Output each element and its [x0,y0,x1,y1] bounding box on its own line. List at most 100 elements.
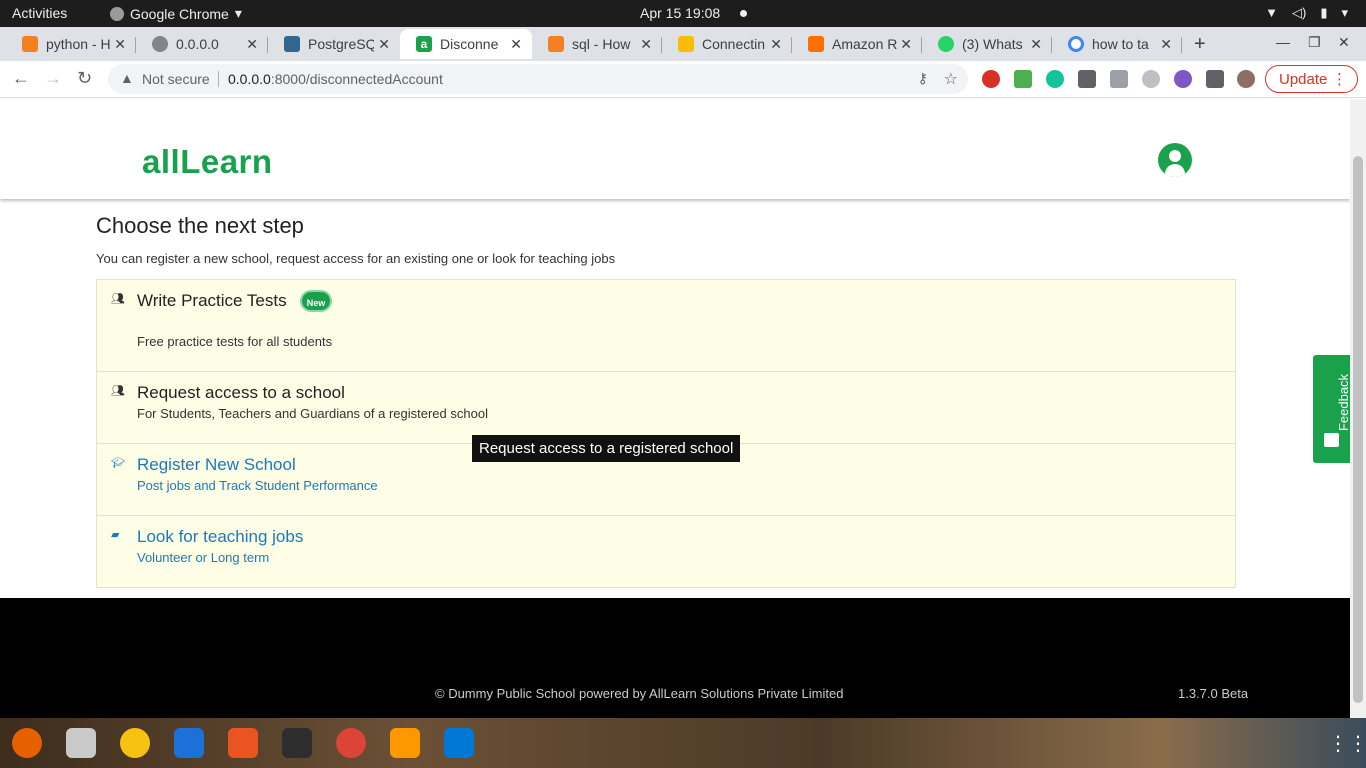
site-header: allLearn [0,99,1350,199]
app-menu[interactable]: Google Chrome ▾ [110,5,242,22]
close-icon[interactable]: ✕ [114,36,126,53]
close-icon[interactable]: ✕ [378,36,390,53]
browser-tab[interactable]: python - H ✕ [6,29,136,59]
aws-icon [808,36,824,52]
tab-title: Disconne [440,36,499,52]
close-icon[interactable]: ✕ [1030,36,1042,53]
option-description[interactable]: Post jobs and Track Student Performance [137,478,378,493]
option-title[interactable]: Write Practice Tests [137,291,287,311]
chevron-down-icon: ▾ [234,5,242,21]
options-list: 👥︎ Write Practice Tests New Free practic… [96,279,1236,588]
system-tray[interactable]: ▼ ◁) ▮ ▾ [1265,5,1348,21]
browser-tab[interactable]: (3) Whats ✕ [922,29,1052,59]
extension-icon[interactable] [1078,70,1096,88]
activities-button[interactable]: Activities [12,5,67,21]
close-icon[interactable]: ✕ [246,36,258,53]
url-path: :8000/disconnectedAccount [270,71,443,87]
vscode-icon[interactable] [444,728,474,758]
back-button[interactable]: ← [12,68,30,89]
forward-button[interactable]: → [44,68,62,89]
minimize-button[interactable]: — [1276,34,1290,50]
tab-title: sql - How [572,36,631,52]
new-badge: New [300,290,332,312]
postgres-icon [284,36,300,52]
option-look-for-jobs[interactable]: ▰ Look for teaching jobs Volunteer or Lo… [97,516,1235,588]
app-grid-icon[interactable]: ⋮⋮ [1328,731,1366,756]
rhythmbox-icon[interactable] [120,728,150,758]
firefox-icon[interactable] [12,728,42,758]
browser-tab[interactable]: PostgreSQ ✕ [268,29,400,59]
puzzle-icon[interactable] [1206,70,1224,88]
files-icon[interactable] [66,728,96,758]
tooltip: Request access to a registered school [472,435,741,462]
security-label[interactable]: Not secure [142,71,210,87]
new-tab-button[interactable]: + [1194,33,1206,56]
briefcase-icon: ▰ [111,529,120,541]
close-icon[interactable]: ✕ [510,36,522,53]
close-icon[interactable]: ✕ [900,36,912,53]
kebab-menu-icon[interactable]: ⋮ [1332,70,1347,88]
sublime-icon[interactable] [390,728,420,758]
grammarly-icon[interactable] [1046,70,1064,88]
add-user-icon: 👥︎ [111,385,125,397]
close-icon[interactable]: ✕ [640,36,652,53]
logo[interactable]: allLearn [142,143,273,181]
scrollbar-thumb[interactable] [1353,156,1363,703]
browser-tab[interactable]: Amazon R ✕ [792,29,922,59]
warning-icon[interactable]: ▲ [120,70,134,86]
dock: ⋮⋮ [0,718,1366,768]
option-description: Free practice tests for all students [137,334,333,349]
notification-dot-icon [740,10,747,17]
browser-tab[interactable]: Connectin ✕ [662,29,792,59]
extension-icon[interactable] [982,70,1000,88]
option-write-practice-tests[interactable]: 👥︎ Write Practice Tests New Free practic… [97,280,1235,372]
extension-icon[interactable] [1110,70,1128,88]
window-close-button[interactable]: ✕ [1338,34,1350,51]
browser-tab[interactable]: 0.0.0.0 ✕ [136,29,268,59]
tab-title: Connectin [702,36,766,52]
app-menu-label: Google Chrome [130,5,229,22]
allearn-favicon-icon: a [416,36,432,52]
option-title[interactable]: Request access to a school [137,383,345,403]
restore-button[interactable]: ❐ [1308,34,1321,51]
browser-tab[interactable]: sql - How ✕ [532,29,662,59]
smiley-icon [1324,433,1339,447]
option-request-access[interactable]: 👥︎ Request access to a school For Studen… [97,372,1235,444]
extension-icon[interactable] [1174,70,1192,88]
stackoverflow-icon [22,36,38,52]
option-title[interactable]: Register New School [137,455,296,475]
chrome-icon[interactable] [336,728,366,758]
close-icon[interactable]: ✕ [1160,36,1172,53]
reload-button[interactable]: ↻ [77,68,92,89]
option-description[interactable]: Volunteer or Long term [137,550,269,565]
battery-icon: ▮ [1320,5,1328,20]
tab-title: Amazon R [832,36,898,52]
avatar[interactable] [1237,70,1255,88]
tab-title: how to ta [1092,36,1149,52]
software-icon[interactable] [228,728,258,758]
site-footer: © Dummy Public School powered by AllLear… [0,598,1350,718]
update-button[interactable]: Update ⋮ [1265,65,1358,93]
star-icon[interactable]: ☆ [944,69,958,89]
scrollbar[interactable] [1350,99,1366,718]
browser-tab-active[interactable]: a Disconne ✕ [400,29,532,59]
feedback-button[interactable]: Feedback [1313,355,1352,463]
close-icon[interactable]: ✕ [770,36,782,53]
option-description: For Students, Teachers and Guardians of … [137,406,488,421]
key-icon[interactable]: ⚷ [918,70,928,87]
extension-icon[interactable] [1014,70,1032,88]
stackoverflow-icon [548,36,564,52]
user-account-icon[interactable] [1158,143,1192,177]
url-text[interactable]: 0.0.0.0:8000/disconnectedAccount [228,71,443,87]
writer-icon[interactable] [174,728,204,758]
extension-icon[interactable] [1142,70,1160,88]
footer-version: 1.3.7.0 Beta [1178,686,1249,701]
browser-tab[interactable]: how to ta ✕ [1052,29,1182,59]
option-title[interactable]: Look for teaching jobs [137,527,303,547]
address-bar[interactable]: ▲ Not secure 0.0.0.0:8000/disconnectedAc… [108,64,968,94]
terminal-icon[interactable] [282,728,312,758]
graduation-cap-icon: 🎓︎ [111,457,125,469]
feedback-label: Feedback [1336,373,1352,432]
tab-title: 0.0.0.0 [176,36,219,52]
clock[interactable]: Apr 15 19:08 [640,5,720,21]
